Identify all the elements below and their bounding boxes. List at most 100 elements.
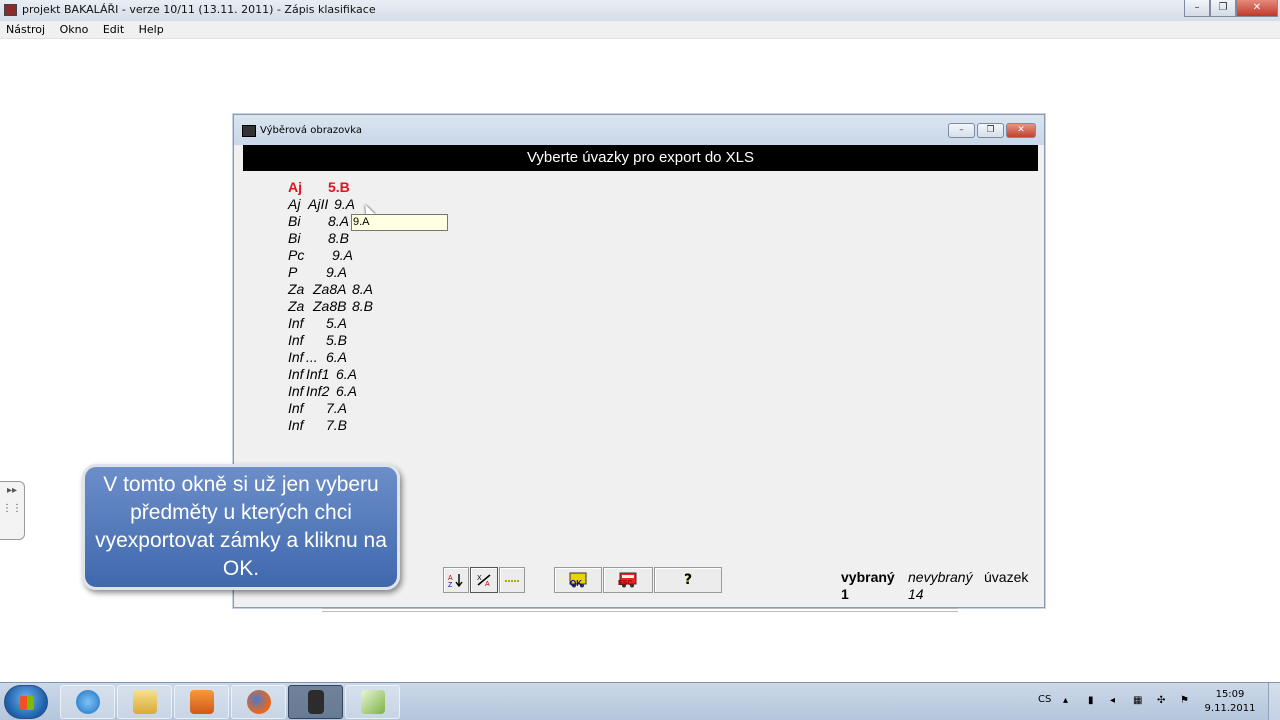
list-item-subject: Inf (288, 417, 304, 433)
list-item-group: Inf2 (306, 383, 330, 399)
list-item-class: 8.B (328, 230, 350, 246)
list-item[interactable]: Pc 9.A (288, 247, 488, 264)
list-item[interactable]: Inf 7.B (288, 417, 488, 434)
taskbar-file-manager[interactable] (117, 685, 172, 719)
list-item[interactable]: Inf 5.A (288, 315, 488, 332)
windows-start-icon[interactable] (4, 685, 48, 719)
tray-app-icon[interactable]: ✣ (1157, 695, 1169, 707)
dialog-close-icon[interactable]: ✕ (1006, 123, 1036, 138)
esc-label: ESC (618, 580, 633, 587)
list-item-subject: Aj (288, 179, 302, 195)
list-item-class: 6.A (336, 366, 358, 382)
list-item-group: AjII (308, 196, 329, 212)
list-item-class: 9.A (332, 247, 354, 263)
dialog-minimize-icon[interactable]: – (948, 123, 975, 138)
app-title-bar: projekt BAKALÁŘI - verze 10/11 (13.11. 2… (0, 0, 1280, 21)
clock[interactable]: 15:09 9.11.2011 (1200, 688, 1260, 716)
taskbar-bakalari[interactable] (288, 685, 343, 719)
taskbar-internet-explorer[interactable] (60, 685, 115, 719)
filter-percent-icon: X A (477, 574, 491, 587)
grip-icon: ⋮⋮ (2, 503, 22, 514)
list-item-class: 6.A (326, 349, 348, 365)
restore-icon[interactable]: ❐ (1210, 0, 1236, 17)
ok-button[interactable]: OK (554, 567, 602, 593)
list-item-subject: Za (288, 298, 305, 314)
media-player-icon (189, 690, 214, 714)
minimize-icon[interactable]: – (1184, 0, 1210, 17)
sort-az-icon: A Z (448, 574, 463, 587)
show-desktop-button[interactable] (1268, 683, 1280, 720)
list-item-subject: Inf (288, 366, 304, 382)
tray-volume-icon[interactable]: ◂ (1110, 695, 1122, 707)
list-item-subject: Inf (288, 315, 304, 331)
spreadsheet-icon (360, 690, 385, 714)
ok-label: OK (570, 579, 582, 588)
list-item[interactable]: Za Za8A 8.A (288, 281, 488, 298)
dashed-line-icon (505, 580, 519, 582)
dialog-icon (242, 125, 256, 137)
window-controls: – ❐ ✕ (1184, 0, 1278, 17)
tray-expand-icon[interactable]: ▴ (1063, 695, 1075, 707)
list-item-subject: Inf (288, 400, 304, 416)
list-item-subject: Za (288, 281, 305, 297)
filter-button[interactable]: X A (470, 567, 498, 593)
side-panel-tab[interactable]: ▸▸ ⋮⋮ (0, 481, 25, 540)
taskbar-media-player[interactable] (174, 685, 229, 719)
list-item-class: 8.A (352, 281, 374, 297)
list-item[interactable]: Inf 7.A (288, 400, 488, 417)
list-item-group: Za8A (313, 281, 347, 297)
list-item-class: 7.B (326, 417, 348, 433)
esc-button[interactable]: ESC (603, 567, 653, 593)
dialog-header: Vyberte úvazky pro export do XLS (243, 145, 1038, 171)
tray-flag-icon[interactable]: ⚑ (1180, 695, 1192, 707)
list-item-class: 5.B (326, 332, 348, 348)
menubar: Nástroj Okno Edit Help (0, 21, 1280, 39)
list-item-class: 9.A (326, 264, 348, 280)
firefox-icon (246, 690, 271, 714)
dialog-bottom-divider (322, 608, 958, 612)
unselected-count: 14 (908, 586, 924, 602)
list-item[interactable]: Za Za8B 8.B (288, 298, 488, 315)
list-item[interactable]: Inf 5.B (288, 332, 488, 349)
sort-button[interactable]: A Z (443, 567, 469, 593)
language-indicator[interactable]: CS (1038, 694, 1051, 705)
taskbar-spreadsheet[interactable] (345, 685, 400, 719)
expand-arrows-icon: ▸▸ (6, 485, 18, 496)
selected-count: 1 (841, 586, 849, 602)
instruction-callout: V tomto okně si už jen vyberu předměty u… (82, 464, 400, 590)
internet-explorer-icon (75, 690, 100, 714)
line-button[interactable] (499, 567, 525, 593)
tray-network-icon[interactable]: ▦ (1133, 695, 1145, 707)
help-button[interactable]: ? (654, 567, 722, 593)
menu-edit[interactable]: Edit (103, 23, 124, 36)
list-item-class: 9.A (334, 196, 356, 212)
close-icon[interactable]: ✕ (1236, 0, 1278, 17)
list-item[interactable]: Inf Inf2 6.A (288, 383, 488, 400)
list-item[interactable]: P 9.A (288, 264, 488, 281)
dialog-title-bar: Výběrová obrazovka – ❐ ✕ (234, 115, 1044, 145)
dialog-restore-icon[interactable]: ❐ (977, 123, 1004, 138)
help-icon: ? (683, 572, 693, 588)
taskbar-firefox[interactable] (231, 685, 286, 719)
list-item[interactable]: Bi 8.B (288, 230, 488, 247)
list-item[interactable]: Inf... 6.A (288, 349, 488, 366)
selected-label: vybraný (841, 569, 895, 585)
total-label: úvazek (984, 569, 1029, 585)
tray-battery-icon[interactable]: ▮ (1088, 695, 1100, 707)
list-item-subject: Bi (288, 213, 301, 229)
list-item[interactable]: Inf Inf1 6.A (288, 366, 488, 383)
menu-help[interactable]: Help (139, 23, 164, 36)
menu-okno[interactable]: Okno (60, 23, 89, 36)
file-manager-icon (132, 690, 157, 714)
list-item-class: 5.A (326, 315, 348, 331)
svg-text:A: A (448, 575, 453, 582)
list-item[interactable]: Aj AjII 9.A (288, 196, 488, 213)
clock-date: 9.11.2011 (1204, 703, 1256, 714)
app-icon (307, 690, 324, 714)
list-item-class: 5.B (328, 179, 350, 195)
list-item-subject: P (288, 264, 298, 280)
list-item[interactable]: Aj 5.B (288, 179, 488, 196)
menu-nastroj[interactable]: Nástroj (6, 23, 45, 36)
list-item-class: 6.A (336, 383, 358, 399)
tooltip: 9.A (351, 214, 448, 231)
